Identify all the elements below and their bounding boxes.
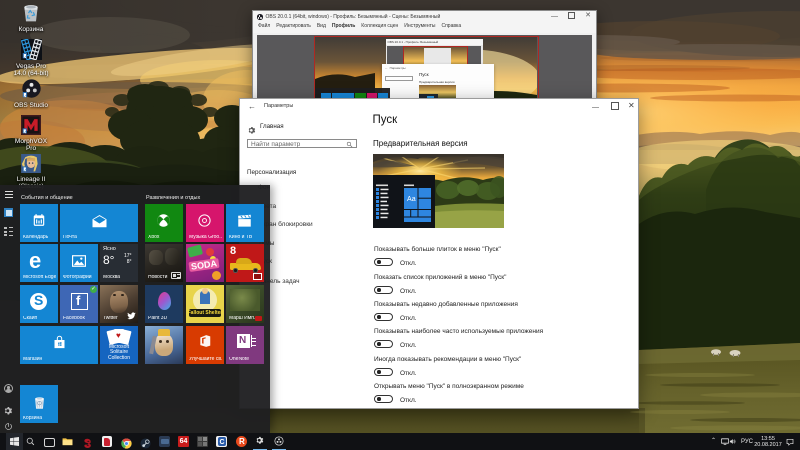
svg-text:Аа: Аа	[407, 196, 416, 203]
